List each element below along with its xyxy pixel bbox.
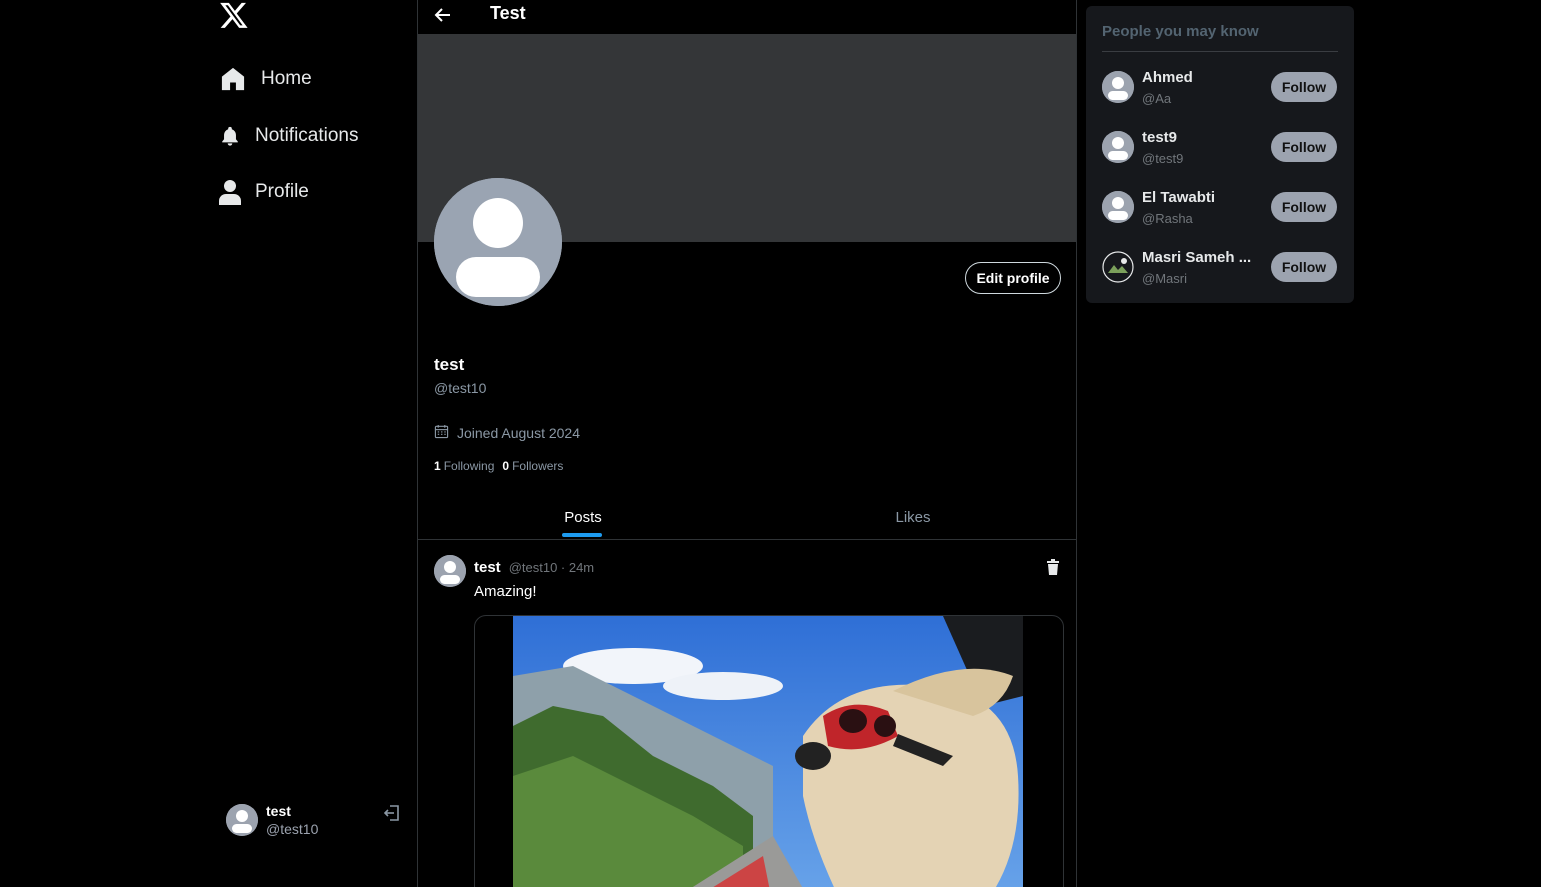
post-text: Amazing! [474,583,537,600]
following-label: Following [443,459,495,473]
suggestion-row[interactable]: Masri Sameh ... @Masri Follow [1102,249,1338,289]
current-user-handle: @test10 [266,821,319,837]
joined-date: Joined August 2024 [434,424,580,442]
following-count: 1 [434,459,441,473]
avatar [1102,131,1134,163]
active-tab-indicator [562,533,602,537]
post-author-name[interactable]: test [474,559,501,576]
follow-button[interactable]: Follow [1271,252,1337,282]
post-meta: @test10 · 24m [508,560,595,575]
people-suggestions: People you may know Ahmed @Aa Follow tes… [1086,6,1354,303]
followers-label: Followers [512,459,564,473]
follow-stats: 1 Following 0 Followers [434,459,563,473]
nav-notifications[interactable]: Notifications [219,124,359,148]
suggestion-name: test9 [1142,129,1178,146]
current-user-name: test [266,803,291,819]
profile-tabs: Posts Likes [418,495,1076,540]
top-bar: Test [418,0,1076,34]
suggestion-row[interactable]: test9 @test9 Follow [1102,129,1338,169]
avatar [1102,71,1134,103]
post-image[interactable] [513,616,1023,887]
follow-button[interactable]: Follow [1271,72,1337,102]
follow-button[interactable]: Follow [1271,132,1337,162]
post-avatar[interactable] [434,555,466,587]
trash-icon[interactable] [1044,558,1062,576]
user-icon [219,179,241,205]
post[interactable]: test @test10 · 24m Amazing! [418,540,1076,887]
followers-count: 0 [502,459,510,473]
suggestion-name: Masri Sameh ... [1142,249,1252,266]
nav-profile-label: Profile [255,181,309,202]
suggestion-handle: @Aa [1142,91,1172,106]
home-icon [219,65,247,93]
followers-link[interactable]: 0 Followers [502,459,563,473]
suggestion-row[interactable]: El Tawabti @Rasha Follow [1102,189,1338,229]
broken-image-icon [1102,251,1134,283]
tab-likes[interactable]: Likes [748,495,1076,539]
back-arrow-icon[interactable] [432,4,454,26]
joined-text: Joined August 2024 [457,425,580,441]
profile-column: Test Edit profile test @test10 Joined Au… [417,0,1077,887]
left-sidebar: Home Notifications Profile test @test10 [0,0,417,887]
post-media[interactable] [474,615,1064,887]
suggestion-name: El Tawabti [1142,189,1216,206]
avatar [1102,191,1134,223]
suggestion-row[interactable]: Ahmed @Aa Follow [1102,69,1338,109]
edit-profile-button[interactable]: Edit profile [965,262,1061,294]
nav-home[interactable]: Home [219,65,312,93]
suggestion-handle: @Rasha [1142,211,1193,226]
nav-profile[interactable]: Profile [219,179,309,205]
page-title: Test [490,3,526,23]
suggestion-name: Ahmed [1142,69,1193,86]
nav-notifications-label: Notifications [255,125,359,146]
calendar-icon [434,424,449,442]
profile-handle: @test10 [434,380,487,396]
nav-home-label: Home [261,68,312,89]
avatar [226,804,258,836]
follow-button[interactable]: Follow [1271,192,1337,222]
suggestion-handle: @Masri [1142,271,1187,286]
suggestions-title: People you may know [1102,23,1338,52]
logout-icon[interactable] [382,803,402,823]
profile-name: test [434,355,465,374]
following-link[interactable]: 1 Following [434,459,494,473]
account-switcher[interactable]: test @test10 [226,800,406,840]
profile-avatar[interactable] [434,178,562,306]
bell-icon [219,124,241,148]
x-logo-icon[interactable] [219,0,249,30]
suggestion-handle: @test9 [1142,151,1184,166]
